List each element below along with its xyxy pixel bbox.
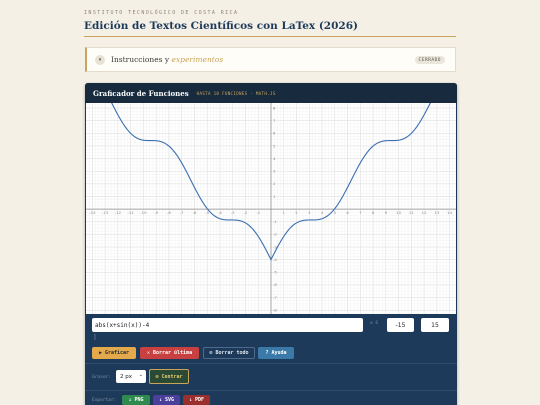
- y-tick-label: -6: [273, 282, 277, 287]
- x-tick-label: -8: [167, 210, 171, 215]
- export-png-button[interactable]: ↓ PNG: [122, 395, 150, 405]
- x-tick-label: 10: [396, 210, 401, 215]
- x-tick-label: 3: [308, 210, 311, 215]
- page-header: INSTITUTO TECNOLÓGICO DE COSTA RICA Edic…: [84, 10, 456, 32]
- x-tick-label: -2: [244, 210, 248, 215]
- page-title: Edición de Textos Científicos con LaTex …: [84, 20, 358, 32]
- help-button[interactable]: ? Ayuda: [258, 347, 294, 359]
- y-tick-label: -8: [273, 308, 277, 313]
- header-divider: [84, 36, 456, 37]
- y-tick-label: -5: [273, 270, 277, 275]
- x-tick-label: -14: [89, 210, 96, 215]
- chevron-down-icon: ⌄: [138, 372, 143, 378]
- x-tick-label: 9: [385, 210, 388, 215]
- institution-label: INSTITUTO TECNOLÓGICO DE COSTA RICA: [84, 10, 239, 16]
- x-tick-label: 2: [295, 210, 298, 215]
- x-tick-label: -1: [256, 210, 260, 215]
- x-tick-label: 8: [372, 210, 375, 215]
- x-min-input[interactable]: -15: [387, 318, 414, 332]
- x-tick-label: 13: [434, 210, 439, 215]
- function-plot[interactable]: -14 -13 -12 -11 -10 -9 -8 -7 -6 -5 -4 -3 -2 -1 1 2 3 4 5 6 7…: [85, 64, 457, 314]
- x-tick-label: -6: [193, 210, 197, 215]
- thickness-label: Grosor:: [92, 375, 111, 380]
- export-divider: [85, 390, 457, 391]
- x-tick-label: -10: [140, 210, 147, 215]
- x-tick-label: 14: [447, 210, 452, 215]
- x-tick-label: 6: [346, 210, 349, 215]
- y-tick-label: -4: [273, 257, 277, 262]
- app-title: Graficador de Funciones: [93, 88, 189, 98]
- instructions-label-highlight: experimentos: [171, 55, 224, 64]
- x-tick-label: 12: [422, 210, 427, 215]
- export-label: Exportar:: [92, 398, 117, 403]
- thickness-value: 2 px: [120, 373, 132, 380]
- controls-divider: [85, 363, 457, 364]
- plot-area[interactable]: -14 -13 -12 -11 -10 -9 -8 -7 -6 -5 -4 -3 -2 -1 1 2 3 4 5 6 7…: [85, 64, 457, 314]
- instructions-label: Instrucciones y experimentos: [111, 55, 223, 64]
- export-pdf-button[interactable]: ↓ PDF: [183, 395, 210, 405]
- x-tick-label: -9: [154, 210, 158, 215]
- y-tick-label: -7: [273, 295, 277, 300]
- x-tick-label: -13: [102, 210, 109, 215]
- x-tick-label: 4: [321, 210, 324, 215]
- y-tick-label: -1: [273, 219, 277, 224]
- center-button[interactable]: ⊕ Centrar: [149, 369, 189, 384]
- app-header: Graficador de Funciones HASTA 10 FUNCION…: [85, 83, 457, 103]
- x-tick-label: -12: [115, 210, 122, 215]
- instructions-label-prefix: Instrucciones y: [111, 55, 172, 64]
- graph-button[interactable]: ▶ Graficar: [92, 347, 136, 359]
- status-badge: CERRADO: [414, 56, 445, 64]
- chevron-down-icon[interactable]: ▾: [95, 54, 105, 65]
- instructions-panel[interactable]: ▾ Instrucciones y experimentos CERRADO: [85, 47, 456, 72]
- function-list-caret: ]: [93, 334, 97, 341]
- delete-all-button[interactable]: ⊘ Borrar todo: [203, 347, 255, 359]
- export-svg-button[interactable]: ↓ SVG: [153, 395, 180, 405]
- x-range-label: x ∈: [370, 321, 379, 326]
- y-tick-label: -2: [273, 232, 277, 237]
- x-tick-label: -3: [231, 210, 235, 215]
- x-max-input[interactable]: 15: [421, 318, 449, 332]
- x-tick-label: 5: [334, 210, 337, 215]
- x-tick-label: 11: [409, 210, 414, 215]
- function-input[interactable]: abs(x+sin(x))-4: [92, 318, 363, 332]
- thickness-select[interactable]: 2 px ⌄: [116, 370, 146, 383]
- delete-last-button[interactable]: ✕ Borrar última: [140, 347, 199, 359]
- app-subtitle: HASTA 10 FUNCIONES · MATH.JS: [196, 90, 276, 96]
- x-tick-label: -7: [180, 210, 184, 215]
- x-tick-label: 1: [283, 210, 286, 215]
- x-tick-label: -4: [218, 210, 222, 215]
- x-tick-label: 7: [359, 210, 362, 215]
- x-tick-label: -11: [128, 210, 135, 215]
